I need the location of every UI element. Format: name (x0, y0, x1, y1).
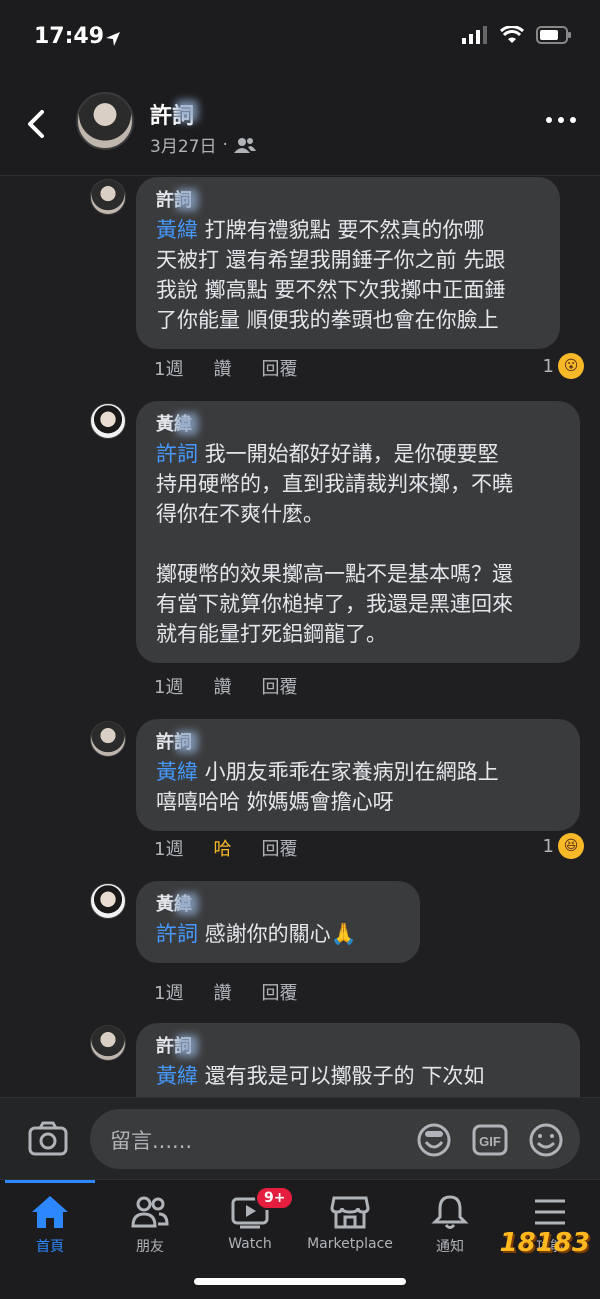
gif-icon[interactable]: GIF (472, 1124, 508, 1156)
friends-icon (131, 1196, 169, 1228)
signal-icon (462, 26, 487, 44)
tab-notifications[interactable]: 通知 (400, 1194, 500, 1256)
comment-author[interactable]: 許詞 (156, 731, 560, 755)
emoji-icon[interactable] (528, 1122, 564, 1158)
comment-actions: 1週 讚 回覆 (154, 673, 297, 699)
comment-text: 黃緯 還有我是可以擲骰子的 下次如 (156, 1064, 485, 1088)
comment-author[interactable]: 許詞 (156, 1035, 560, 1059)
wifi-icon (500, 26, 524, 43)
battery-icon (536, 26, 571, 44)
svg-text:GIF: GIF (479, 1134, 501, 1149)
comment-text: 黃緯 打牌有禮貌點 要不然真的你哪 天被打 還有希望我開錘子你之前 先跟 我說 … (156, 218, 506, 332)
post-header: 許詞 3月27日 · (0, 80, 600, 176)
name-redaction (176, 413, 198, 435)
haha-button[interactable]: 哈 (213, 835, 231, 861)
like-button[interactable]: 讚 (213, 979, 231, 1005)
comment-actions: 1週 讚 回覆 (154, 355, 297, 381)
tab-watch[interactable]: 9+ Watch (200, 1186, 300, 1252)
location-icon (106, 32, 120, 46)
comment-thread[interactable]: 許詞 黃緯 打牌有禮貌點 要不然真的你哪 天被打 還有希望我開錘子你之前 先跟 … (0, 177, 600, 1097)
comment-time: 1週 (154, 359, 184, 380)
camera-icon[interactable] (28, 1120, 68, 1156)
status-bar: 17:49 (0, 0, 600, 80)
reaction-summary[interactable]: 1 😮 (543, 353, 584, 379)
sticker-icon[interactable] (416, 1122, 452, 1158)
avatar[interactable] (76, 92, 134, 150)
more-icon[interactable] (544, 110, 578, 130)
name-redaction (176, 1035, 198, 1057)
comment-bubble[interactable]: 黃緯 許詞 感謝你的關心🙏 (136, 881, 420, 963)
mention-link[interactable]: 黃緯 (156, 760, 198, 784)
comment-time: 1週 (154, 983, 184, 1004)
watermark-logo: 18183 (499, 1228, 590, 1258)
reaction-summary[interactable]: 1 😆 (543, 833, 584, 859)
avatar[interactable] (90, 403, 126, 439)
friends-icon (233, 137, 256, 153)
comment-author[interactable]: 黃緯 (156, 893, 400, 917)
comment-text: 許詞 感謝你的關心🙏 (156, 922, 357, 946)
comment-input[interactable]: 留言...... GIF (90, 1109, 580, 1169)
tab-friends[interactable]: 朋友 (100, 1194, 200, 1256)
marketplace-icon (330, 1196, 370, 1229)
author-name[interactable]: 許詞 (150, 98, 198, 130)
name-redaction (176, 893, 198, 915)
avatar[interactable] (90, 883, 126, 919)
back-icon[interactable] (22, 104, 52, 144)
name-redaction (176, 189, 198, 211)
status-time: 17:49 (34, 24, 105, 49)
reply-button[interactable]: 回覆 (261, 979, 297, 1005)
reply-button[interactable]: 回覆 (261, 835, 297, 861)
bell-icon (431, 1195, 469, 1229)
comment-composer: 留言...... GIF (0, 1097, 600, 1179)
like-button[interactable]: 讚 (213, 355, 231, 381)
comment-time: 1週 (154, 839, 184, 860)
home-icon (32, 1196, 68, 1228)
comment-actions: 1週 哈 回覆 (154, 835, 297, 861)
post-date: 3月27日 · (150, 132, 256, 157)
mention-link[interactable]: 黃緯 (156, 218, 198, 242)
comment-placeholder: 留言...... (110, 1129, 193, 1153)
status-icons (462, 26, 572, 44)
comment-bubble[interactable]: 黃緯 許詞 我一開始都好好講，是你硬要堅 持用硬幣的，直到我請裁判來擲，不曉 得… (136, 401, 580, 663)
comment-bubble[interactable]: 許詞 黃緯 打牌有禮貌點 要不然真的你哪 天被打 還有希望我開錘子你之前 先跟 … (136, 177, 560, 349)
comment-author[interactable]: 黃緯 (156, 413, 560, 437)
active-tab-indicator (5, 1180, 95, 1183)
comment-bubble[interactable]: 許詞 黃緯 小朋友乖乖在家養病別在網路上 嘻嘻哈哈 妳媽媽會擔心呀 (136, 719, 580, 831)
tab-home[interactable]: 首頁 (0, 1194, 100, 1256)
reply-button[interactable]: 回覆 (261, 673, 297, 699)
comment-text: 許詞 我一開始都好好講，是你硬要堅 持用硬幣的，直到我請裁判來擲，不曉 得你在不… (156, 442, 513, 646)
mention-link[interactable]: 許詞 (156, 442, 198, 466)
comment-text: 黃緯 小朋友乖乖在家養病別在網路上 嘻嘻哈哈 妳媽媽會擔心呀 (156, 760, 499, 814)
mention-link[interactable]: 黃緯 (156, 1064, 198, 1088)
mention-link[interactable]: 許詞 (156, 922, 198, 946)
wow-icon: 😮 (558, 353, 584, 379)
notification-badge: 9+ (255, 1186, 295, 1210)
comment-author[interactable]: 許詞 (156, 189, 540, 213)
home-indicator[interactable] (194, 1278, 406, 1285)
haha-icon: 😆 (558, 833, 584, 859)
comment-bubble[interactable]: 許詞 黃緯 還有我是可以擲骰子的 下次如 (136, 1023, 580, 1097)
reply-button[interactable]: 回覆 (261, 355, 297, 381)
name-redaction (176, 731, 198, 753)
tab-marketplace[interactable]: Marketplace (300, 1194, 400, 1252)
comment-time: 1週 (154, 677, 184, 698)
comment-actions: 1週 讚 回覆 (154, 979, 297, 1005)
name-redaction (176, 100, 198, 122)
avatar[interactable] (90, 179, 126, 215)
like-button[interactable]: 讚 (213, 673, 231, 699)
avatar[interactable] (90, 1025, 126, 1061)
menu-icon (535, 1199, 565, 1225)
avatar[interactable] (90, 721, 126, 757)
